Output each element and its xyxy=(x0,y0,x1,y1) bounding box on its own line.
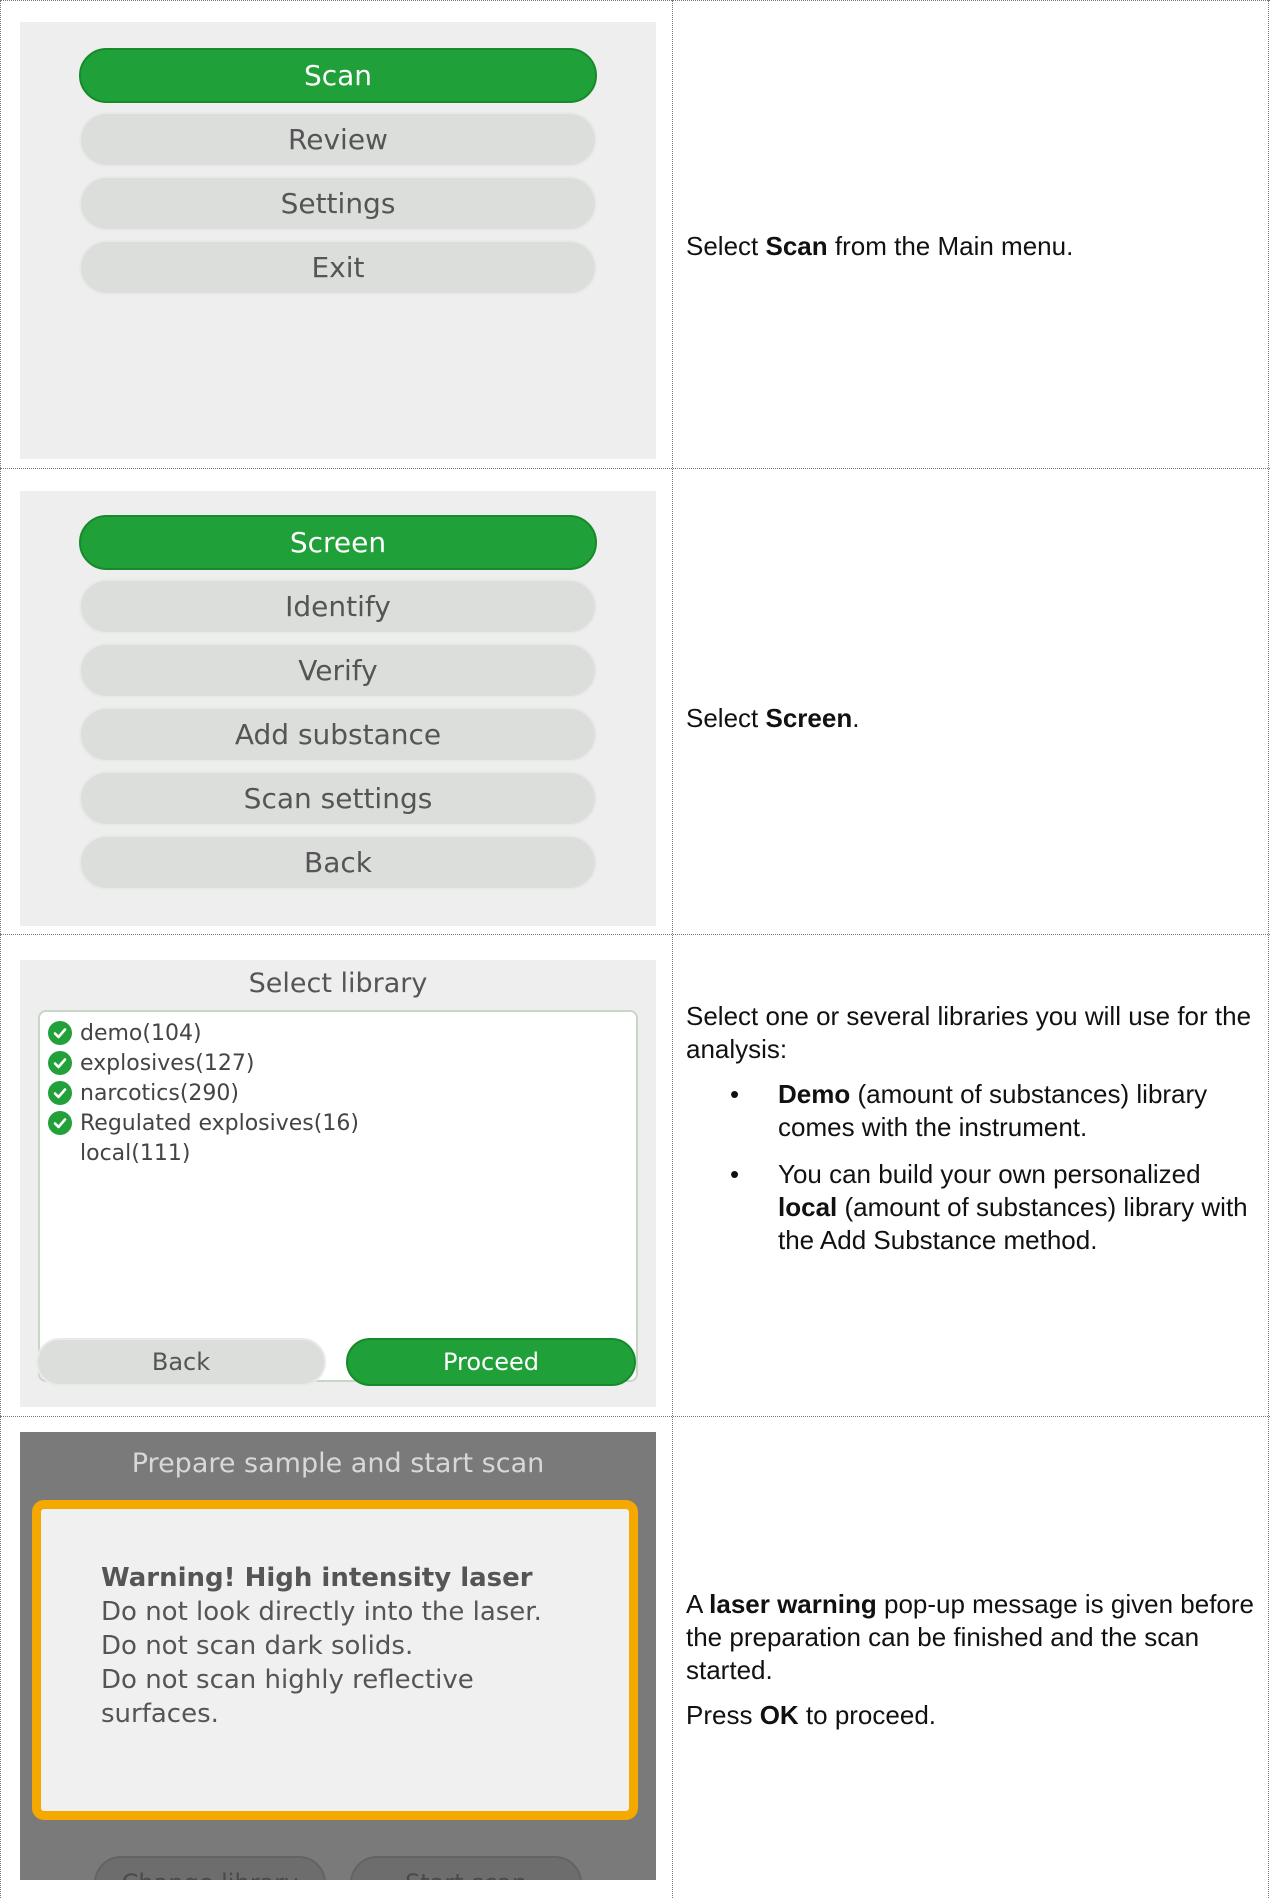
back-button[interactable]: Back xyxy=(36,1338,326,1386)
laser-warning-dialog: Warning! High intensity laser Do not loo… xyxy=(32,1500,638,1820)
row3-description: Select one or several libraries you will… xyxy=(686,1000,1256,1271)
warning-heading: Warning! High intensity laser xyxy=(101,1563,533,1593)
library-item-narcotics[interactable]: narcotics(290) xyxy=(48,1078,239,1108)
screen-button[interactable]: Screen xyxy=(79,515,597,570)
add-substance-button[interactable]: Add substance xyxy=(79,707,597,762)
select-library-title: Select library xyxy=(248,968,428,999)
prepare-sample-screenshot: Prepare sample and start scan Warning! H… xyxy=(20,1432,656,1880)
laser-warning-emphasis: laser warning xyxy=(709,1589,877,1619)
row2-description: Select Screen. xyxy=(686,703,860,733)
select-library-screenshot: Select library demo(104) explosives(127)… xyxy=(20,960,656,1407)
review-button[interactable]: Review xyxy=(79,112,597,167)
screen-emphasis: Screen xyxy=(765,703,853,733)
scan-button[interactable]: Scan xyxy=(79,48,597,103)
warning-message: Warning! High intensity laser Do not loo… xyxy=(101,1563,542,1729)
exit-button[interactable]: Exit xyxy=(79,240,597,295)
scan-emphasis: Scan xyxy=(765,231,828,261)
table-border-top xyxy=(0,0,1270,1)
scan-settings-button[interactable]: Scan settings xyxy=(79,771,597,826)
bullet-demo: Demo (amount of substances) library come… xyxy=(686,1078,1256,1144)
check-icon xyxy=(48,1051,72,1075)
row1-description: Select Scan from the Main menu. xyxy=(686,231,1074,261)
row-divider xyxy=(0,1416,1270,1417)
proceed-button[interactable]: Proceed xyxy=(346,1338,636,1386)
settings-button[interactable]: Settings xyxy=(79,176,597,231)
library-item-explosives[interactable]: explosives(127) xyxy=(48,1048,254,1078)
check-icon xyxy=(48,1021,72,1045)
bullet-local: You can build your own personalized loca… xyxy=(686,1158,1256,1257)
row-divider xyxy=(0,934,1270,935)
change-library-button[interactable]: Change library xyxy=(94,1856,326,1880)
identify-button[interactable]: Identify xyxy=(79,579,597,634)
check-icon xyxy=(48,1081,72,1105)
verify-button[interactable]: Verify xyxy=(79,643,597,698)
start-scan-button[interactable]: Start scan xyxy=(350,1856,582,1880)
library-item-local[interactable]: local(111) xyxy=(48,1138,190,1168)
table-column-divider xyxy=(672,0,673,1898)
prepare-sample-title: Prepare sample and start scan xyxy=(131,1448,545,1479)
ok-emphasis: OK xyxy=(759,1700,799,1730)
back-button[interactable]: Back xyxy=(79,835,597,890)
table-border-left xyxy=(0,0,1,1898)
library-item-demo[interactable]: demo(104) xyxy=(48,1018,202,1048)
library-list: demo(104) explosives(127) narcotics(290)… xyxy=(38,1010,638,1382)
scan-menu-screenshot: Screen Identify Verify Add substance Sca… xyxy=(20,491,656,926)
row-divider xyxy=(0,468,1270,469)
table-border-right xyxy=(1268,0,1269,1898)
row4-description: A laser warning pop-up message is given … xyxy=(686,1589,1254,1730)
main-menu-screenshot: Scan Review Settings Exit xyxy=(20,22,656,459)
check-icon xyxy=(48,1111,72,1135)
library-item-regulated-explosives[interactable]: Regulated explosives(16) xyxy=(48,1108,359,1138)
